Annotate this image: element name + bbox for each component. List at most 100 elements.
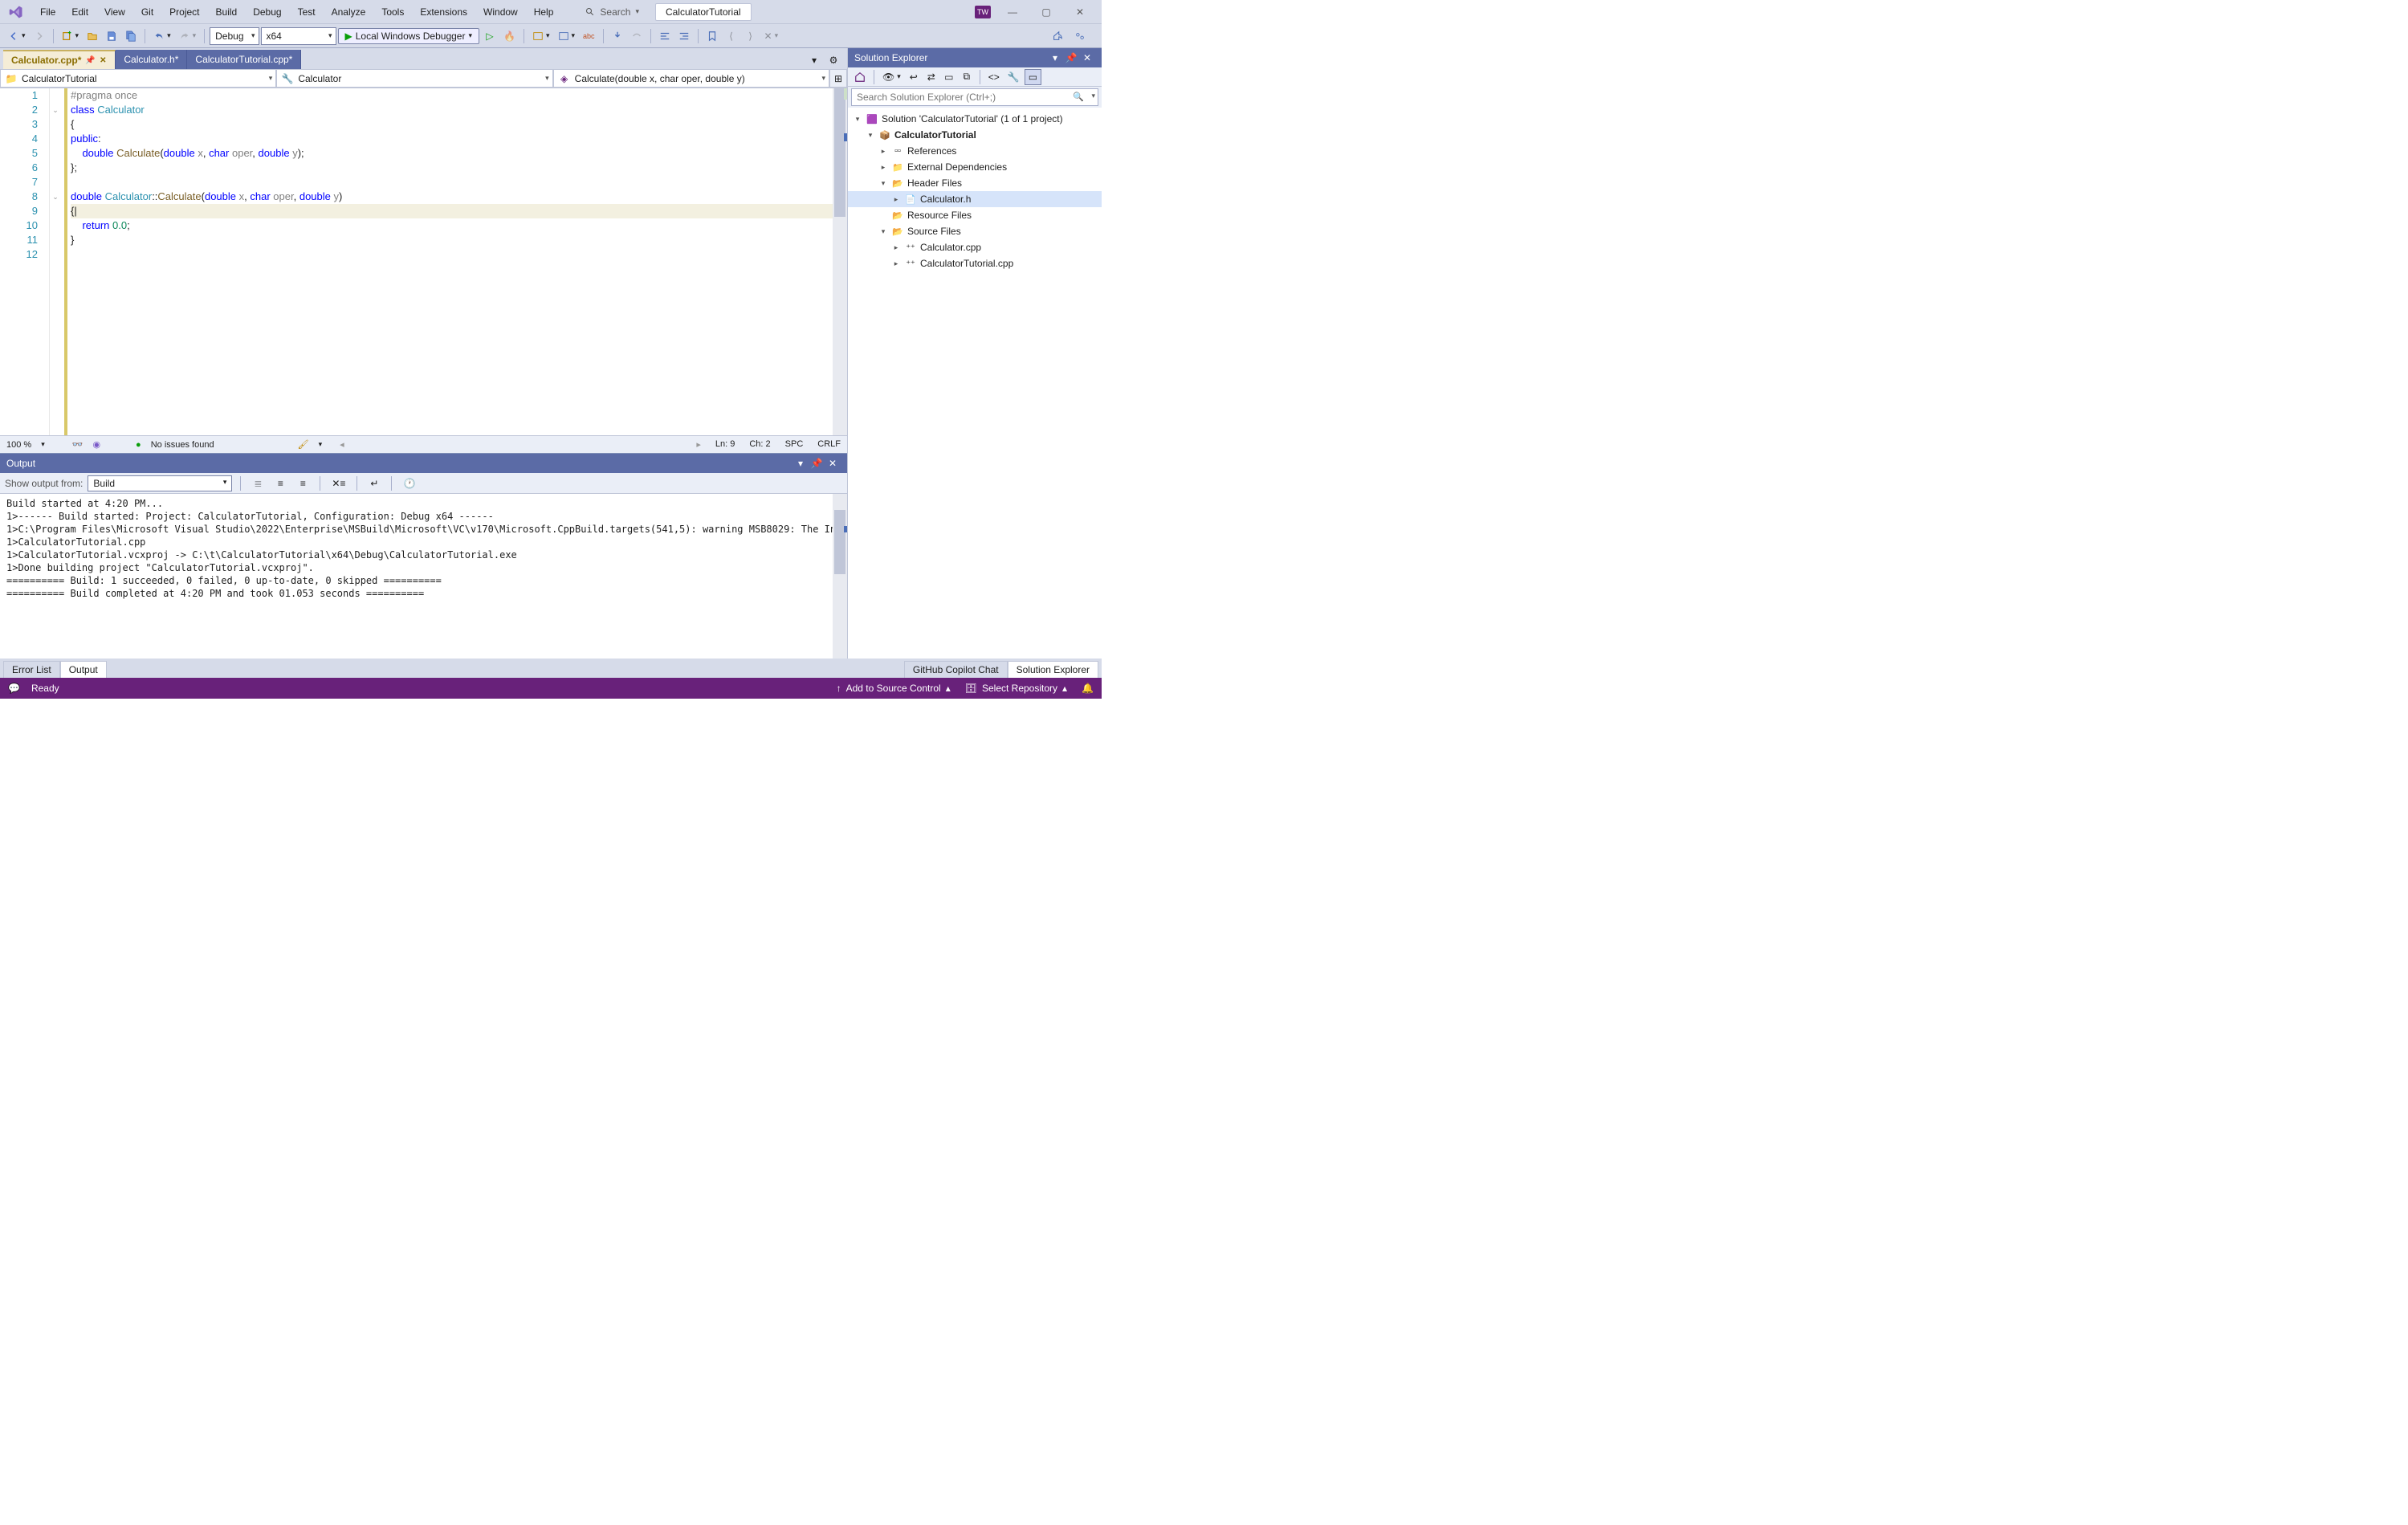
hot-reload-button[interactable]: 🔥 bbox=[500, 27, 519, 45]
platform-dropdown[interactable]: x64 bbox=[261, 27, 336, 45]
menu-file[interactable]: File bbox=[32, 3, 63, 21]
bookmark-clear-button[interactable]: ✕ bbox=[761, 27, 782, 45]
bookmark-next-button[interactable]: ⟩ bbox=[742, 27, 760, 45]
menu-help[interactable]: Help bbox=[526, 3, 562, 21]
menu-analyze[interactable]: Analyze bbox=[324, 3, 374, 21]
close-icon[interactable]: ✕ bbox=[99, 56, 107, 64]
tabs-settings-button[interactable]: ⚙ bbox=[825, 51, 842, 69]
expand-icon[interactable]: ▸ bbox=[878, 163, 888, 172]
menu-git[interactable]: Git bbox=[133, 3, 161, 21]
select-repo-button[interactable]: 🗄 Select Repository ▴ bbox=[965, 683, 1067, 694]
solution-close-button[interactable]: ✕ bbox=[1079, 52, 1095, 63]
solution-dropdown-button[interactable]: ▾ bbox=[1047, 52, 1063, 63]
expand-icon[interactable]: ▸ bbox=[878, 147, 888, 156]
menu-debug[interactable]: Debug bbox=[245, 3, 289, 21]
output-indicator-icon[interactable]: 💬 bbox=[8, 683, 20, 694]
fold-icon[interactable]: ⌄ bbox=[51, 106, 59, 114]
output-timestamp-icon[interactable]: 🕐 bbox=[400, 475, 418, 492]
expand-icon[interactable]: ▾ bbox=[878, 179, 888, 188]
nav-split-button[interactable]: ⊞ bbox=[829, 69, 847, 88]
indent-more-button[interactable] bbox=[675, 27, 693, 45]
nav-back-button[interactable] bbox=[5, 27, 29, 45]
undo-button[interactable] bbox=[150, 27, 174, 45]
tree-row[interactable]: ▾📂Header Files bbox=[848, 175, 1102, 191]
output-goto-prev-icon[interactable]: ≣ bbox=[249, 475, 267, 492]
expand-icon[interactable]: ▾ bbox=[866, 131, 875, 140]
tree-row[interactable]: ▾📂Source Files bbox=[848, 223, 1102, 239]
sol-showall-icon[interactable]: ▭ bbox=[941, 69, 957, 85]
output-clear-icon[interactable]: ✕≡ bbox=[328, 475, 348, 492]
doc-tab[interactable]: CalculatorTutorial.cpp* bbox=[187, 50, 301, 69]
output-goto-next-icon[interactable]: ≡ bbox=[294, 475, 312, 492]
solution-search-input[interactable] bbox=[851, 88, 1098, 106]
tree-row[interactable]: 📂Resource Files bbox=[848, 207, 1102, 223]
tree-row[interactable]: ▸⁺⁺CalculatorTutorial.cpp bbox=[848, 255, 1102, 271]
output-wrap-icon[interactable]: ↵ bbox=[365, 475, 383, 492]
close-button[interactable]: ✕ bbox=[1068, 4, 1092, 20]
save-all-button[interactable] bbox=[122, 27, 140, 45]
find-in-files-button[interactable] bbox=[555, 27, 579, 45]
tree-row[interactable]: ▸▫▫References bbox=[848, 143, 1102, 159]
issue-nav-icon[interactable]: ◉ bbox=[92, 439, 100, 450]
expand-icon[interactable]: ▸ bbox=[891, 195, 901, 204]
menu-build[interactable]: Build bbox=[208, 3, 246, 21]
brush-icon[interactable]: 🖌 bbox=[298, 439, 309, 450]
minimize-button[interactable]: ― bbox=[1000, 4, 1025, 20]
menu-project[interactable]: Project bbox=[161, 3, 207, 21]
menu-view[interactable]: View bbox=[96, 3, 133, 21]
doc-tab[interactable]: Calculator.h* bbox=[116, 50, 187, 69]
tree-row[interactable]: ▾📦CalculatorTutorial bbox=[848, 127, 1102, 143]
share-button[interactable] bbox=[1049, 27, 1066, 45]
menu-window[interactable]: Window bbox=[475, 3, 526, 21]
nav-fwd-button[interactable] bbox=[31, 27, 48, 45]
notifications-icon[interactable]: 🔔 bbox=[1082, 683, 1094, 694]
bottom-tab[interactable]: Output bbox=[60, 661, 107, 678]
line-indicator[interactable]: Ln: 9 bbox=[715, 439, 735, 450]
start-no-debug-button[interactable]: ▷ bbox=[481, 27, 499, 45]
menu-extensions[interactable]: Extensions bbox=[412, 3, 475, 21]
project-badge[interactable]: CalculatorTutorial bbox=[655, 3, 752, 21]
nav-class-dropdown[interactable]: 🔧Calculator bbox=[276, 69, 552, 88]
label-button[interactable]: abc bbox=[580, 27, 598, 45]
output-scrollbar[interactable] bbox=[833, 494, 847, 659]
bottom-tab[interactable]: Solution Explorer bbox=[1008, 661, 1098, 678]
account-badge[interactable]: TW bbox=[975, 6, 991, 18]
solution-search[interactable]: 🔍 ▾ bbox=[851, 88, 1098, 106]
eol-indicator[interactable]: CRLF bbox=[817, 439, 841, 450]
tree-row[interactable]: ▸⁺⁺Calculator.cpp bbox=[848, 239, 1102, 255]
browse-button[interactable] bbox=[529, 27, 553, 45]
output-source-dropdown[interactable]: Build bbox=[88, 475, 232, 491]
output-close-button[interactable]: ✕ bbox=[825, 458, 841, 469]
step-over-button[interactable] bbox=[628, 27, 646, 45]
sol-collapse-icon[interactable]: ⧉ bbox=[959, 69, 975, 85]
sol-code-icon[interactable]: <> bbox=[985, 69, 1003, 85]
code-editor[interactable]: 123456789101112 ⌄⌄ #pragma onceclass Cal… bbox=[0, 88, 847, 435]
bookmark-button[interactable] bbox=[703, 27, 721, 45]
editor-scrollbar[interactable] bbox=[833, 88, 847, 435]
doc-tab[interactable]: Calculator.cpp*📌✕ bbox=[3, 50, 116, 69]
output-goto-msg-icon[interactable]: ≡ bbox=[271, 475, 289, 492]
tree-row[interactable]: ▸📁External Dependencies bbox=[848, 159, 1102, 175]
step-into-button[interactable] bbox=[609, 27, 626, 45]
tree-row[interactable]: ▾🟪Solution 'CalculatorTutorial' (1 of 1 … bbox=[848, 111, 1102, 127]
col-indicator[interactable]: Ch: 2 bbox=[749, 439, 770, 450]
live-share-button[interactable] bbox=[1071, 27, 1089, 45]
tree-row[interactable]: ▸📄Calculator.h bbox=[848, 191, 1102, 207]
indent-less-button[interactable] bbox=[656, 27, 674, 45]
sol-views-icon[interactable]: 👁 bbox=[879, 69, 904, 85]
config-dropdown[interactable]: Debug bbox=[210, 27, 259, 45]
sol-preview-icon[interactable]: ▭ bbox=[1025, 69, 1041, 85]
expand-icon[interactable]: ▾ bbox=[853, 115, 862, 124]
output-pin-button[interactable]: 📌 bbox=[809, 458, 825, 469]
start-debug-button[interactable]: ▶Local Windows Debugger▾ bbox=[338, 28, 480, 44]
maximize-button[interactable]: ▢ bbox=[1034, 4, 1058, 20]
menu-test[interactable]: Test bbox=[290, 3, 324, 21]
redo-button[interactable] bbox=[176, 27, 200, 45]
sol-back-icon[interactable]: ↩ bbox=[906, 69, 922, 85]
sol-properties-icon[interactable]: 🔧 bbox=[1004, 69, 1023, 85]
indent-indicator[interactable]: SPC bbox=[785, 439, 804, 450]
solution-pin-button[interactable]: 📌 bbox=[1063, 52, 1079, 63]
save-button[interactable] bbox=[103, 27, 120, 45]
sol-sync-icon[interactable]: ⇄ bbox=[923, 69, 939, 85]
pin-icon[interactable]: 📌 bbox=[86, 56, 94, 64]
